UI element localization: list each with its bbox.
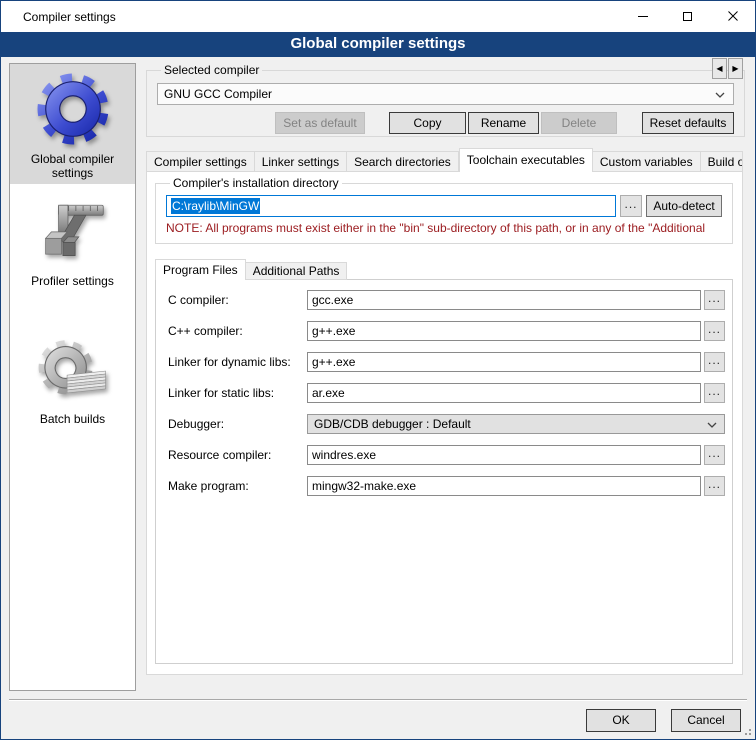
program-files-panel: C compiler: gcc.exe ... C++ compiler: g+… <box>155 279 733 664</box>
compiler-buttons-row: Set as default Copy Rename Delete Reset … <box>157 112 734 134</box>
minimize-icon <box>638 16 648 17</box>
tab-scroll-right-icon[interactable]: ▶ <box>728 58 743 79</box>
minimize-button[interactable] <box>620 1 665 31</box>
settings-tab-strip: Compiler settings Linker settings Search… <box>146 148 743 172</box>
installation-directory-group: Compiler's installation directory C:\ray… <box>155 176 733 244</box>
c-compiler-input[interactable]: gcc.exe <box>307 290 701 310</box>
installation-directory-row: C:\raylib\MinGW ... Auto-detect <box>166 195 722 217</box>
installation-directory-value: C:\raylib\MinGW <box>171 198 260 214</box>
field-row-c-compiler: C compiler: gcc.exe ... <box>168 290 725 310</box>
title-bar: Compiler settings <box>1 1 755 32</box>
cancel-button[interactable]: Cancel <box>671 709 741 732</box>
spacer <box>157 112 275 134</box>
selected-compiler-group: Selected compiler GNU GCC Compiler Set a… <box>146 63 745 137</box>
tab-additional-paths[interactable]: Additional Paths <box>246 262 348 280</box>
field-label: Linker for dynamic libs: <box>168 355 307 369</box>
copy-button[interactable]: Copy <box>389 112 466 134</box>
sidebar-item-label: Global compiler settings <box>10 152 135 180</box>
tab-scroll-arrows: ◀ ▶ <box>711 58 743 79</box>
compiler-settings-dialog: Compiler settings Global compiler settin… <box>0 0 756 740</box>
field-label: Debugger: <box>168 417 307 431</box>
tab-search-directories[interactable]: Search directories <box>347 151 459 172</box>
field-label: Resource compiler: <box>168 448 307 462</box>
batch-builds-icon <box>36 334 110 408</box>
dynamic-linker-input[interactable]: g++.exe <box>307 352 701 372</box>
field-value: ar.exe <box>312 386 345 400</box>
resize-grip[interactable] <box>742 726 752 736</box>
maximize-icon <box>683 12 692 21</box>
chevron-down-icon <box>715 92 725 98</box>
bin-subdirectory-note: NOTE: All programs must exist either in … <box>166 221 722 235</box>
tab-toolchain-executables[interactable]: Toolchain executables <box>459 148 593 172</box>
field-value: windres.exe <box>312 448 376 462</box>
sidebar-item-profiler-settings[interactable]: Profiler settings <box>10 192 135 304</box>
reset-defaults-button[interactable]: Reset defaults <box>642 112 734 134</box>
field-row-make-program: Make program: mingw32-make.exe ... <box>168 476 725 496</box>
close-icon <box>728 11 738 21</box>
window-title: Compiler settings <box>1 10 116 24</box>
auto-detect-button[interactable]: Auto-detect <box>646 195 722 217</box>
static-linker-input[interactable]: ar.exe <box>307 383 701 403</box>
field-value: g++.exe <box>312 355 355 369</box>
tab-custom-variables[interactable]: Custom variables <box>593 151 701 172</box>
toolchain-executables-panel: Compiler's installation directory C:\ray… <box>146 171 743 675</box>
tab-compiler-settings[interactable]: Compiler settings <box>146 151 255 172</box>
maximize-button[interactable] <box>665 1 710 31</box>
static-linker-browse-button[interactable]: ... <box>704 383 725 403</box>
field-label: C++ compiler: <box>168 324 307 338</box>
sidebar-item-label: Profiler settings <box>31 274 114 288</box>
ok-button[interactable]: OK <box>586 709 656 732</box>
field-label: Linker for static libs: <box>168 386 307 400</box>
close-button[interactable] <box>710 1 755 31</box>
main-panel: Selected compiler GNU GCC Compiler Set a… <box>146 57 743 697</box>
settings-category-list: Global compiler settings <box>9 63 136 691</box>
cpp-compiler-input[interactable]: g++.exe <box>307 321 701 341</box>
field-row-debugger: Debugger: GDB/CDB debugger : Default <box>168 414 725 434</box>
set-as-default-button[interactable]: Set as default <box>275 112 365 134</box>
profiler-caliper-icon <box>37 198 109 270</box>
resource-compiler-input[interactable]: windres.exe <box>307 445 701 465</box>
compiler-select[interactable]: GNU GCC Compiler <box>157 83 734 105</box>
installation-directory-legend: Compiler's installation directory <box>170 176 342 190</box>
field-label: C compiler: <box>168 293 307 307</box>
sidebar-item-batch-builds[interactable]: Batch builds <box>10 328 135 438</box>
tab-scroll-left-icon[interactable]: ◀ <box>712 58 727 79</box>
compiler-select-value: GNU GCC Compiler <box>164 87 272 101</box>
dialog-body: Global compiler settings <box>1 57 755 739</box>
sidebar-item-label: Batch builds <box>40 412 105 426</box>
field-row-resource-compiler: Resource compiler: windres.exe ... <box>168 445 725 465</box>
installation-directory-browse-button[interactable]: ... <box>620 195 642 217</box>
installation-directory-input[interactable]: C:\raylib\MinGW <box>166 195 616 217</box>
field-label: Make program: <box>168 479 307 493</box>
make-program-input[interactable]: mingw32-make.exe <box>307 476 701 496</box>
tab-linker-settings[interactable]: Linker settings <box>255 151 347 172</box>
blue-gear-icon <box>34 70 112 148</box>
footer-divider <box>9 699 747 701</box>
dynamic-linker-browse-button[interactable]: ... <box>704 352 725 372</box>
page-title: Global compiler settings <box>1 32 755 57</box>
rename-button[interactable]: Rename <box>468 112 539 134</box>
resource-compiler-browse-button[interactable]: ... <box>704 445 725 465</box>
field-row-cpp-compiler: C++ compiler: g++.exe ... <box>168 321 725 341</box>
field-value: mingw32-make.exe <box>312 479 416 493</box>
field-row-static-linker: Linker for static libs: ar.exe ... <box>168 383 725 403</box>
tab-build-options[interactable]: Build options <box>701 151 743 172</box>
debugger-select-value: GDB/CDB debugger : Default <box>314 417 471 431</box>
field-value: gcc.exe <box>312 293 353 307</box>
spacer <box>617 112 642 134</box>
caption-buttons <box>620 1 755 31</box>
spacer <box>365 112 389 134</box>
chevron-down-icon <box>707 422 717 428</box>
tab-program-files[interactable]: Program Files <box>155 259 246 280</box>
make-program-browse-button[interactable]: ... <box>704 476 725 496</box>
field-value: g++.exe <box>312 324 355 338</box>
program-files-tab-strip: Program Files Additional Paths <box>155 259 347 280</box>
sidebar-item-global-compiler-settings[interactable]: Global compiler settings <box>10 64 135 184</box>
selected-compiler-legend: Selected compiler <box>161 63 262 77</box>
c-compiler-browse-button[interactable]: ... <box>704 290 725 310</box>
field-row-dynamic-linker: Linker for dynamic libs: g++.exe ... <box>168 352 725 372</box>
cpp-compiler-browse-button[interactable]: ... <box>704 321 725 341</box>
debugger-select[interactable]: GDB/CDB debugger : Default <box>307 414 725 434</box>
delete-button[interactable]: Delete <box>541 112 617 134</box>
